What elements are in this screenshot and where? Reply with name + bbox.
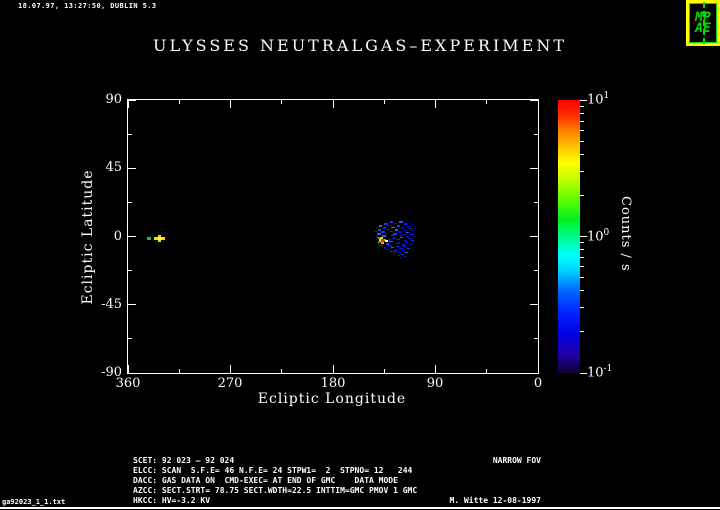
colorbar-tick-label-mid: 100 bbox=[587, 228, 609, 244]
x-major-tick bbox=[435, 365, 436, 373]
x-major-tick bbox=[127, 100, 129, 108]
y-tick-label: -90 bbox=[101, 365, 122, 380]
x-minor-tick bbox=[486, 369, 488, 373]
y-major-tick bbox=[530, 236, 538, 237]
timestamp-header: 18.07.97, 13:27:50, DUBLIN 5.3 bbox=[18, 2, 157, 10]
colorbar-tick-base: 10 bbox=[587, 229, 604, 245]
colorbar-tick-label-top: 101 bbox=[587, 91, 609, 107]
y-major-tick bbox=[530, 99, 538, 101]
y-minor-tick bbox=[534, 338, 538, 340]
y-major-tick bbox=[530, 372, 538, 374]
x-minor-tick bbox=[281, 100, 283, 104]
page-title: ULYSSES NEUTRALGAS–EXPERIMENT bbox=[153, 36, 567, 55]
ulysses-gas-plot-window: 18.07.97, 13:27:50, DUBLIN 5.3 MP AE ULY… bbox=[0, 0, 720, 510]
x-major-tick bbox=[332, 100, 334, 108]
y-minor-tick bbox=[128, 133, 132, 135]
footer-author-date: M. Witte 12-08-1997 bbox=[449, 496, 541, 505]
footer-dacc: DACC: GAS DATA ON CMD-EXEC= AT END OF GM… bbox=[133, 476, 398, 485]
y-major-tick bbox=[128, 236, 136, 237]
colorbar-tick-base: 10 bbox=[587, 365, 604, 381]
x-major-tick bbox=[230, 365, 231, 373]
x-tick-label: 180 bbox=[320, 376, 346, 391]
colorbar-minor-tick bbox=[580, 194, 584, 196]
x-major-tick bbox=[230, 100, 231, 108]
plot-area: 360 270 180 90 0 90 45 0 -45 -90 bbox=[101, 92, 542, 391]
colorbar-minor-tick bbox=[580, 331, 584, 333]
colorbar-minor-tick bbox=[580, 257, 584, 259]
y-major-tick bbox=[128, 99, 136, 101]
colorbar-minor-tick bbox=[580, 153, 584, 155]
corner-filename: ga92023_1_1.txt bbox=[2, 498, 66, 506]
x-minor-tick bbox=[486, 100, 488, 104]
footer-line-elcc: ELCC: SCAN S.F.E= 46 N.F.E= 24 STPW1= 2 … bbox=[133, 466, 541, 476]
footer-line-hkcc: HKCC: HV=-3.2 KV M. Witte 12-08-1997 bbox=[133, 496, 541, 506]
footer-line-dacc: DACC: GAS DATA ON CMD-EXEC= AT END OF GM… bbox=[133, 476, 541, 486]
footer-line-azcc: AZCC: SECT.STRT= 78.75 SECT.WDTH=22.5 IN… bbox=[133, 486, 541, 496]
y-major-tick bbox=[530, 304, 538, 306]
footer-azcc: AZCC: SECT.STRT= 78.75 SECT.WDTH=22.5 IN… bbox=[133, 486, 418, 495]
colorbar-minor-tick bbox=[580, 170, 584, 172]
colorbar-title: Counts / s bbox=[618, 196, 633, 272]
colorbar-minor-tick bbox=[580, 120, 584, 122]
x-minor-tick bbox=[383, 369, 385, 373]
x-tick-label: 270 bbox=[217, 376, 243, 391]
colorbar-tick-exp: -1 bbox=[603, 364, 613, 374]
footer-elcc: ELCC: SCAN S.F.E= 46 N.F.E= 24 STPW1= 2 … bbox=[133, 466, 413, 475]
colorbar-minor-tick bbox=[580, 140, 584, 142]
colorbar-minor-tick bbox=[580, 129, 584, 131]
x-minor-tick bbox=[178, 369, 180, 373]
colorbar-minor-tick bbox=[580, 277, 584, 279]
x-major-tick bbox=[537, 100, 539, 108]
y-axis-title: Ecliptic Latitude bbox=[80, 169, 96, 305]
y-major-tick bbox=[128, 304, 136, 306]
y-minor-tick bbox=[128, 270, 132, 272]
x-minor-tick bbox=[281, 369, 283, 373]
mpae-logo-line2: AE bbox=[695, 21, 711, 36]
colorbar-minor-tick bbox=[580, 266, 584, 268]
screen: { "header": { "timestamp": "18.07.97, 13… bbox=[0, 0, 720, 510]
y-minor-tick bbox=[534, 133, 538, 135]
colorbar-tick-base: 10 bbox=[587, 92, 604, 108]
colorbar-major-tick bbox=[580, 99, 587, 101]
colorbar-minor-tick bbox=[580, 307, 584, 309]
y-tick-label: 90 bbox=[105, 92, 122, 107]
x-major-tick bbox=[332, 365, 334, 373]
footer-hkcc: HKCC: HV=-3.2 KV bbox=[133, 496, 211, 505]
footer-scet: SCET: 92 023 – 92 024 bbox=[133, 456, 235, 465]
x-axis-title: Ecliptic Longitude bbox=[257, 391, 407, 407]
x-tick-label: 90 bbox=[426, 376, 444, 391]
colorbar-major-tick bbox=[580, 236, 587, 237]
colorbar bbox=[558, 100, 580, 373]
colorbar-minor-tick bbox=[580, 105, 584, 107]
x-tick-label: 0 bbox=[533, 376, 543, 391]
y-major-tick bbox=[128, 372, 136, 374]
y-minor-tick bbox=[128, 338, 132, 340]
x-minor-tick bbox=[178, 100, 180, 104]
y-minor-tick bbox=[534, 201, 538, 203]
x-major-tick bbox=[435, 100, 436, 108]
colorbar-major-tick bbox=[580, 372, 587, 374]
colorbar-tick-exp: 1 bbox=[603, 91, 610, 101]
colorbar-tick-label-bottom: 10-1 bbox=[587, 364, 612, 380]
telemetry-footer: SCET: 92 023 – 92 024 NARROW FOV ELCC: S… bbox=[133, 456, 541, 506]
y-major-tick bbox=[128, 167, 136, 169]
y-minor-tick bbox=[128, 201, 132, 203]
footer-fov: NARROW FOV bbox=[492, 456, 541, 465]
bottom-border-line bbox=[0, 507, 720, 509]
colorbar-tick-exp: 0 bbox=[603, 228, 610, 238]
y-major-tick bbox=[530, 167, 538, 169]
footer-line-scet: SCET: 92 023 – 92 024 NARROW FOV bbox=[133, 456, 541, 466]
colorbar-minor-tick bbox=[580, 290, 584, 292]
x-minor-tick bbox=[383, 100, 385, 104]
colorbar-minor-tick bbox=[580, 249, 584, 251]
colorbar-minor-tick bbox=[580, 242, 584, 244]
colorbar-minor-tick bbox=[580, 112, 584, 114]
y-minor-tick bbox=[534, 270, 538, 272]
